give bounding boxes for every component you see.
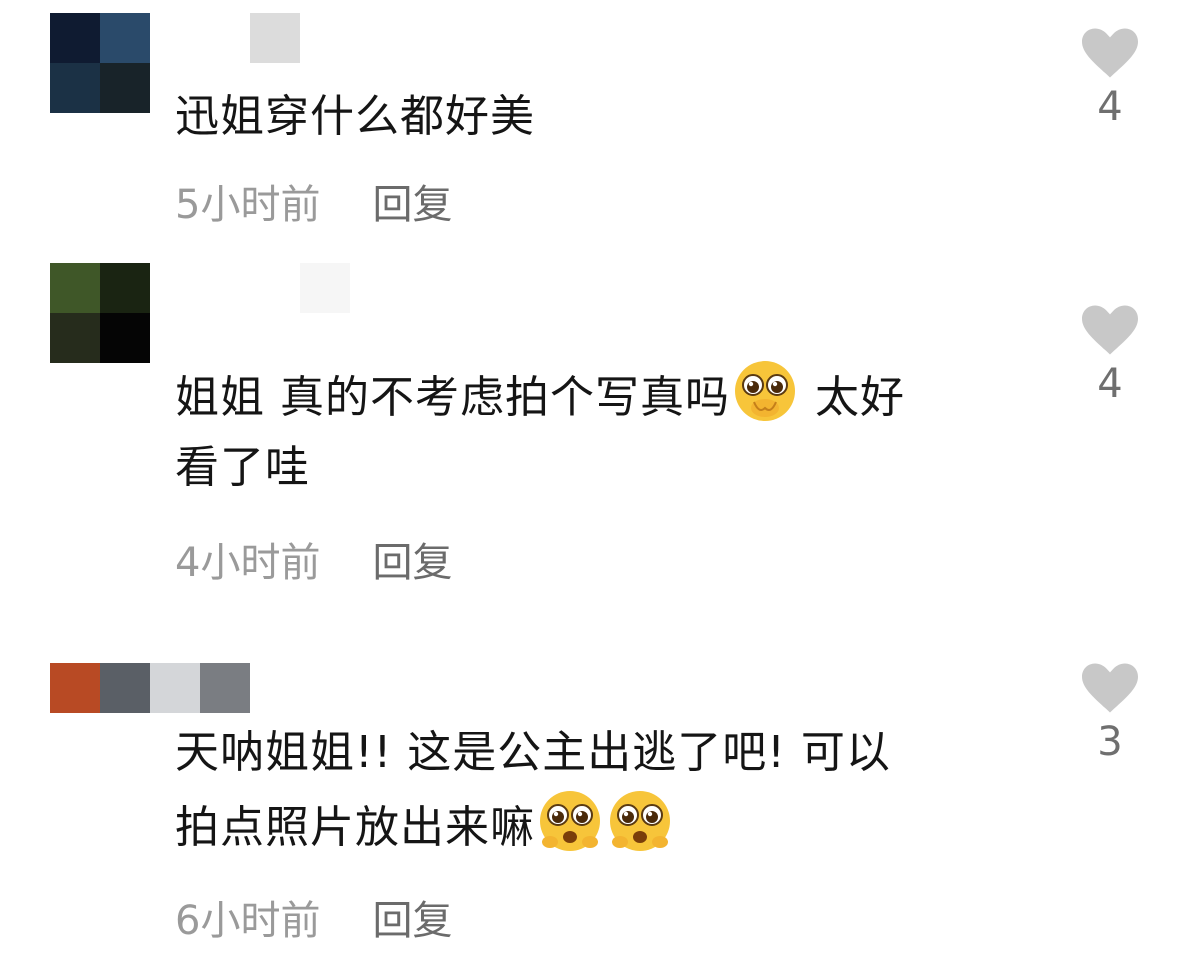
comment-meta: 6小时前 回复	[175, 888, 452, 946]
timestamp: 6小时前	[175, 898, 321, 944]
avatar[interactable]	[50, 263, 150, 363]
pleading-face-emoji-icon	[540, 791, 600, 851]
timestamp: 5小时前	[175, 182, 321, 228]
username-mosaic[interactable]	[250, 263, 350, 313]
like-count: 4	[1097, 84, 1123, 130]
comment-text-line: 拍点照片放出来嘛	[175, 802, 535, 853]
comment-text-line: 迅姐穿什么都好美	[175, 91, 535, 142]
pleading-face-emoji-icon	[735, 361, 795, 421]
comment-text: 迅姐穿什么都好美	[175, 82, 1035, 152]
comment-meta: 4小时前 回复	[175, 530, 452, 588]
avatar[interactable]	[50, 13, 150, 113]
reply-button[interactable]: 回复	[372, 888, 452, 946]
like-count: 4	[1097, 361, 1123, 407]
like-button[interactable]: 4	[1080, 305, 1140, 407]
comment-text: 天呐姐姐!! 这是公主出逃了吧! 可以 拍点照片放出来嘛	[175, 718, 1035, 863]
comment-text-line: 太好	[800, 372, 905, 423]
comment-text-line: 姐姐 真的不考虑拍个写真吗	[175, 372, 730, 423]
comment-meta: 5小时前 回复	[175, 172, 452, 230]
like-button[interactable]: 3	[1080, 663, 1140, 765]
comment-text-line: 看了哇	[175, 442, 310, 493]
reply-button[interactable]: 回复	[372, 172, 452, 230]
heart-icon	[1082, 28, 1138, 78]
comment-text-line: 天呐姐姐!! 这是公主出逃了吧! 可以	[175, 727, 891, 778]
reply-button[interactable]: 回复	[372, 530, 452, 588]
pleading-face-emoji-icon	[610, 791, 670, 851]
like-count: 3	[1097, 719, 1123, 765]
heart-icon	[1082, 663, 1138, 713]
heart-icon	[1082, 305, 1138, 355]
comment-text: 姐姐 真的不考虑拍个写真吗 太好 看了哇	[175, 358, 1035, 503]
like-button[interactable]: 4	[1080, 28, 1140, 130]
timestamp: 4小时前	[175, 540, 321, 586]
username-mosaic[interactable]	[200, 13, 300, 63]
username-mosaic[interactable]	[50, 663, 250, 713]
